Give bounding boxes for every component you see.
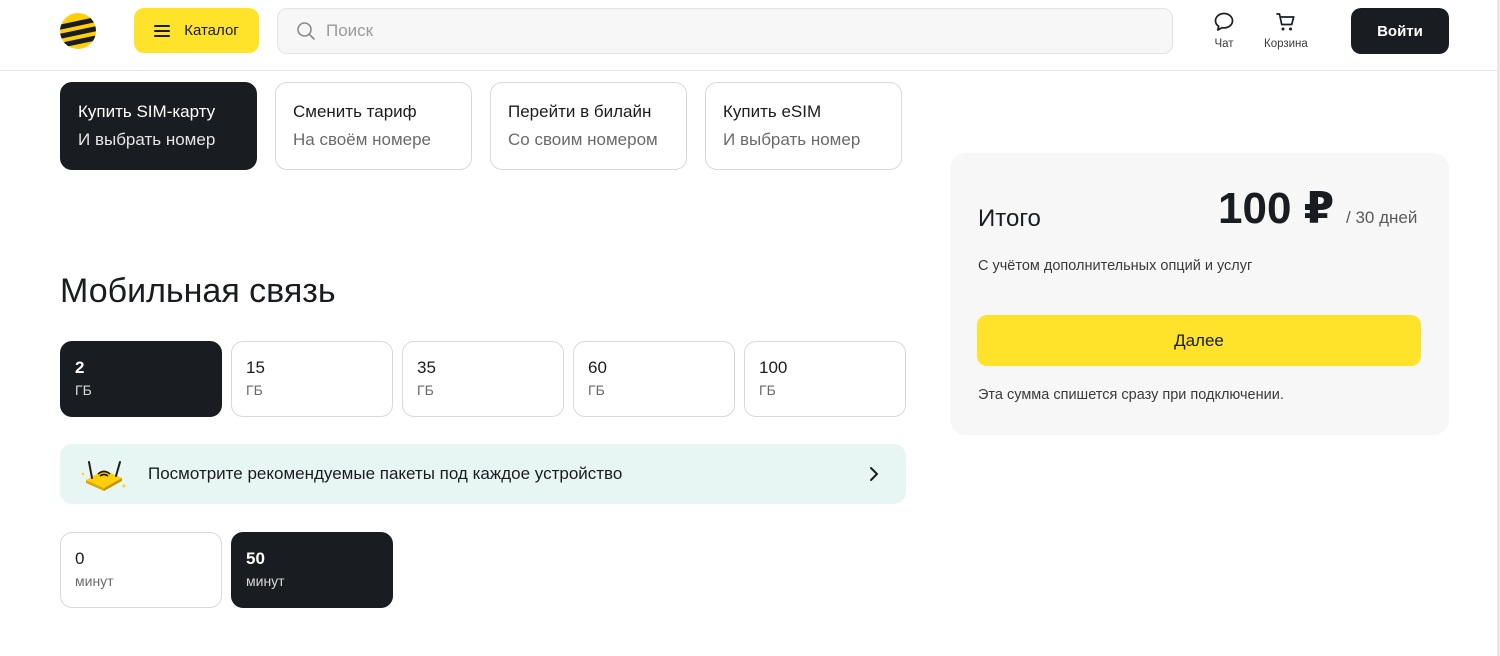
router-icon xyxy=(81,461,126,491)
package-unit: минут xyxy=(75,573,114,589)
package-value: 2 xyxy=(75,358,85,377)
option-title: Купить SIM-карту xyxy=(78,102,216,121)
option-title: Перейти в билайн xyxy=(508,102,652,121)
option-buy-esim[interactable]: Купить eSIM И выбрать номер xyxy=(705,82,902,170)
next-button[interactable]: Далее xyxy=(977,315,1421,366)
data-package-2gb[interactable]: 2 ГБ xyxy=(60,341,222,417)
option-title: Сменить тариф xyxy=(293,102,417,121)
data-package-100gb[interactable]: 100 ГБ xyxy=(744,341,906,417)
package-unit: ГБ xyxy=(759,382,776,398)
catalog-label: Каталог xyxy=(184,22,239,39)
package-value: 60 xyxy=(588,358,607,377)
package-value: 15 xyxy=(246,358,265,377)
minutes-package-50[interactable]: 50 минут xyxy=(231,532,393,608)
data-package-60gb[interactable]: 60 ГБ xyxy=(573,341,735,417)
option-subtitle: На своём номере xyxy=(293,130,432,149)
cart-label: Корзина xyxy=(1264,38,1308,50)
summary-panel: Итого 100 ₽ / 30 дней С учётом дополните… xyxy=(950,153,1449,435)
search-input[interactable] xyxy=(326,21,1126,41)
beeline-logo[interactable] xyxy=(59,12,97,50)
package-unit: ГБ xyxy=(246,382,263,398)
package-value: 35 xyxy=(417,358,436,377)
search-bar[interactable] xyxy=(277,8,1173,54)
menu-icon xyxy=(154,24,171,37)
total-label: Итого xyxy=(978,205,1041,232)
option-subtitle: И выбрать номер xyxy=(723,130,861,149)
option-title: Купить eSIM xyxy=(723,102,822,121)
chat-button[interactable]: Чат xyxy=(1212,10,1236,50)
search-icon xyxy=(297,22,315,40)
package-unit: минут xyxy=(246,573,285,589)
cart-button[interactable]: Корзина xyxy=(1264,10,1308,50)
package-unit: ГБ xyxy=(417,382,434,398)
option-subtitle: И выбрать номер xyxy=(78,130,216,149)
charge-note: Эта сумма спишется сразу при подключении… xyxy=(978,387,1284,403)
package-value: 100 xyxy=(759,358,788,377)
data-package-15gb[interactable]: 15 ГБ xyxy=(231,341,393,417)
package-value: 50 xyxy=(246,549,265,568)
section-title: Мобильная связь xyxy=(60,272,336,310)
price-note: С учётом дополнительных опций и услуг xyxy=(978,258,1253,274)
data-package-35gb[interactable]: 35 ГБ xyxy=(402,341,564,417)
banner-text: Посмотрите рекомендуемые пакеты под кажд… xyxy=(148,464,623,483)
recommended-packages-banner[interactable]: Посмотрите рекомендуемые пакеты под кажд… xyxy=(60,444,906,504)
cart-icon xyxy=(1276,13,1295,31)
package-unit: ГБ xyxy=(75,382,92,398)
package-value: 0 xyxy=(75,549,85,568)
price-period: / 30 дней xyxy=(1346,208,1418,227)
option-switch-to-beeline[interactable]: Перейти в билайн Со своим номером xyxy=(490,82,687,170)
chat-icon xyxy=(1214,12,1234,31)
option-subtitle: Со своим номером xyxy=(508,130,658,149)
option-change-tariff[interactable]: Сменить тариф На своём номере xyxy=(275,82,472,170)
catalog-button[interactable]: Каталог xyxy=(134,8,259,53)
chat-label: Чат xyxy=(1214,38,1234,50)
header: Каталог Чат Корзина Войти xyxy=(0,0,1500,71)
minutes-package-0[interactable]: 0 минут xyxy=(60,532,222,608)
login-button[interactable]: Войти xyxy=(1351,8,1449,54)
chevron-right-icon xyxy=(870,467,878,481)
total-price: 100 ₽ xyxy=(1218,184,1335,233)
option-buy-sim[interactable]: Купить SIM-карту И выбрать номер xyxy=(60,82,257,170)
package-unit: ГБ xyxy=(588,382,605,398)
